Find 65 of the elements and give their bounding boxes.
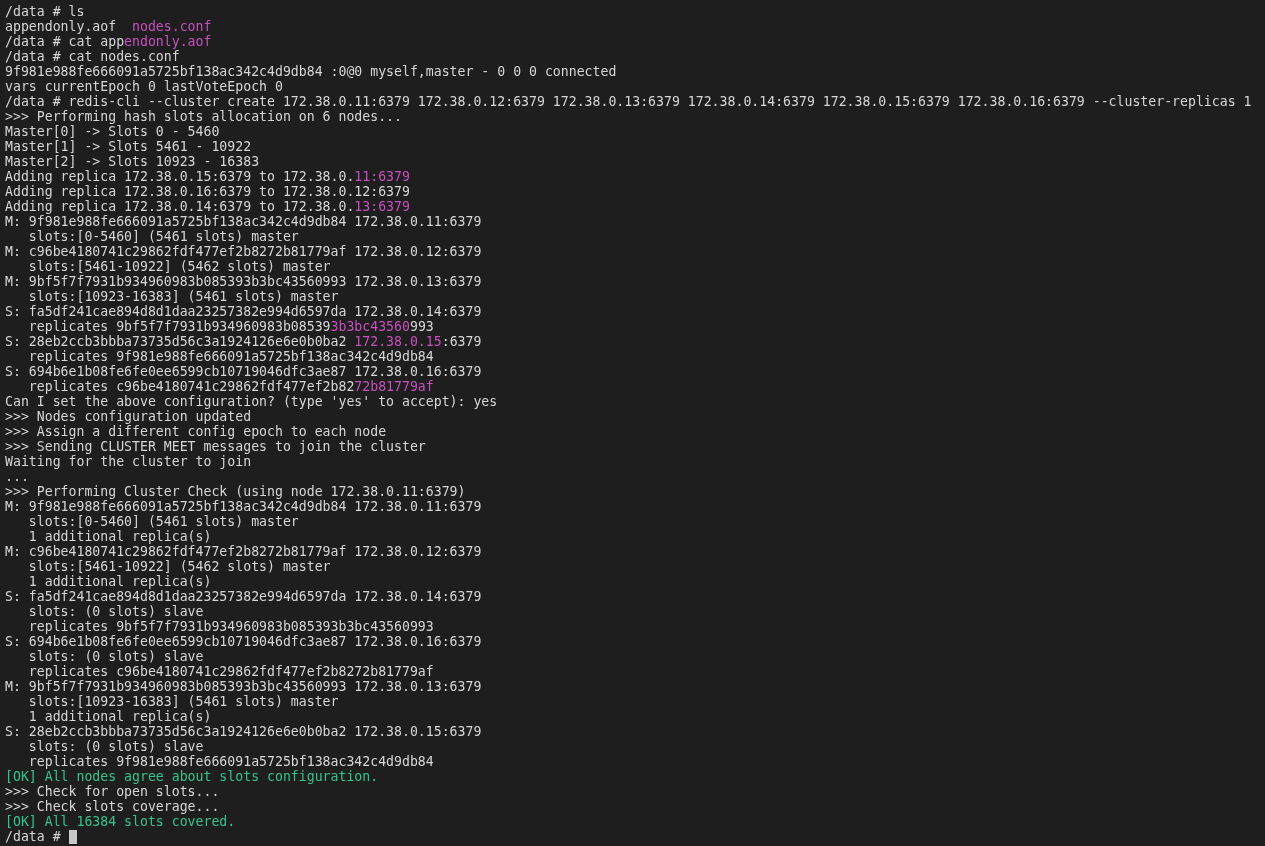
terminal-text: Can I set the above configuration? (type 'yes' to accept): yes	[5, 394, 498, 409]
terminal-text: replicates c96be4180741c29862fdf477ef2b8272b81779af	[27, 664, 434, 679]
terminal-text: >>> Performing Cluster Check (using node 172.38.0.11:6379)	[5, 484, 466, 499]
terminal-text: :6379	[441, 334, 482, 349]
terminal-text: S: fa5df241cae894d8d1daa23257382e994d6597da 172.38.0.14:6379	[5, 304, 482, 319]
terminal-text: >>> Check for open slots...	[5, 784, 220, 799]
terminal-text: 1 additional replica(s)	[27, 709, 212, 724]
terminal-text: Adding replica 172.38.0.15:6379 to 172.38.0.	[5, 169, 355, 184]
terminal-text: M: 9f981e988fe666091a5725bf138ac342c4d9db84 172.38.0.11:6379	[5, 499, 482, 514]
terminal-text: vars currentEpoch 0 lastVoteEpoch 0	[5, 79, 283, 94]
terminal-text: /data # cat app	[5, 34, 125, 49]
terminal-text: 1 additional replica(s)	[27, 574, 212, 589]
terminal-text: S: fa5df241cae894d8d1daa23257382e994d6597da 172.38.0.14:6379	[5, 589, 482, 604]
terminal-text: replicates 9bf5f7f7931b934960983b08539	[27, 319, 331, 334]
terminal-text: M: c96be4180741c29862fdf477ef2b8272b81779af 172.38.0.12:6379	[5, 244, 482, 259]
terminal-text: >>> Performing hash slots allocation on 6 nodes...	[5, 109, 402, 124]
terminal-text: slots: (0 slots) slave	[27, 739, 204, 754]
terminal-text: >>> Assign a different config epoch to each node	[5, 424, 387, 439]
highlighted-text: 72b81779af	[354, 379, 434, 394]
terminal-text: slots:[10923-16383] (5461 slots) master	[27, 289, 339, 304]
terminal-text: M: 9bf5f7f7931b934960983b085393b3bc43560993 172.38.0.13:6379	[5, 274, 482, 289]
ok-message: [OK] All nodes agree about slots configuration.	[5, 769, 379, 784]
terminal-text: 993	[409, 319, 434, 334]
terminal-text: Master[0] -> Slots 0 - 5460	[5, 124, 220, 139]
terminal-text: appendonly.aof	[5, 19, 118, 34]
terminal-text: slots:[5461-10922] (5462 slots) master	[27, 559, 331, 574]
terminal-text: /data # ls	[5, 4, 85, 19]
terminal-text: /data # cat nodes.conf	[5, 49, 180, 64]
terminal-text: Waiting for the cluster to join	[5, 454, 252, 469]
terminal-text: slots: (0 slots) slave	[27, 604, 204, 619]
terminal-text: Adding replica 172.38.0.14:6379 to 172.38.0.	[5, 199, 355, 214]
ok-message: [OK] All 16384 slots covered.	[5, 814, 236, 829]
highlighted-text: nodes.conf	[132, 19, 212, 34]
highlighted-text: 11:6379	[354, 169, 410, 184]
terminal-text: Adding replica 172.38.0.16:6379 to 172.38.0.12:6379	[5, 184, 410, 199]
terminal-text: slots:[5461-10922] (5462 slots) master	[27, 259, 331, 274]
terminal-text: M: 9f981e988fe666091a5725bf138ac342c4d9db84 172.38.0.11:6379	[5, 214, 482, 229]
terminal-text: slots:[0-5460] (5461 slots) master	[27, 229, 299, 244]
terminal-text: >>> Sending CLUSTER MEET messages to join the cluster	[5, 439, 426, 454]
terminal-text: slots:[0-5460] (5461 slots) master	[27, 514, 299, 529]
terminal-text: S: 28eb2ccb3bbba73735d56c3a1924126e6e0b0ba2	[5, 334, 348, 349]
terminal-text: /data #	[5, 829, 61, 844]
terminal-text: M: 9bf5f7f7931b934960983b085393b3bc43560993 172.38.0.13:6379	[5, 679, 482, 694]
terminal-text: 1 additional replica(s)	[27, 529, 212, 544]
terminal-text: /data # redis-cli --cluster create 172.38.0.11:6379 172.38.0.12:6379 172.38.0.13:6379 172.38.0.14:6379 172.38.0.15:6379 172.38.0.16:6379 --cluster-replicas 1	[5, 94, 1252, 109]
terminal-text: >>> Nodes configuration updated	[5, 409, 252, 424]
terminal-text: replicates 9bf5f7f7931b934960983b085393b3bc43560993	[27, 619, 434, 634]
terminal-text: S: 28eb2ccb3bbba73735d56c3a1924126e6e0b0ba2 172.38.0.15:6379	[5, 724, 482, 739]
terminal-text: >>> Check slots coverage...	[5, 799, 220, 814]
highlighted-text: 13:6379	[354, 199, 410, 214]
terminal-text: M: c96be4180741c29862fdf477ef2b8272b81779af 172.38.0.12:6379	[5, 544, 482, 559]
highlighted-text: 172.38.0.15	[354, 334, 442, 349]
terminal-text: Master[2] -> Slots 10923 - 16383	[5, 154, 260, 169]
terminal-text: S: 694b6e1b08fe6fe0ee6599cb10719046dfc3ae87 172.38.0.16:6379	[5, 634, 482, 649]
terminal-text: ...	[5, 469, 29, 484]
terminal-text: replicates 9f981e988fe666091a5725bf138ac342c4d9db84	[27, 349, 434, 364]
terminal-text: slots:[10923-16383] (5461 slots) master	[27, 694, 339, 709]
terminal-text: slots: (0 slots) slave	[27, 649, 204, 664]
terminal-text: S: 694b6e1b08fe6fe0ee6599cb10719046dfc3ae87 172.38.0.16:6379	[5, 364, 482, 379]
terminal-text: replicates c96be4180741c29862fdf477ef2b82	[27, 379, 355, 394]
highlighted-text: 3b3bc43560	[330, 319, 410, 334]
terminal-text: Master[1] -> Slots 5461 - 10922	[5, 139, 252, 154]
terminal-text: 9f981e988fe666091a5725bf138ac342c4d9db84 :0@0 myself,master - 0 0 0 connected	[5, 64, 617, 79]
terminal-text: replicates 9f981e988fe666091a5725bf138ac342c4d9db84	[27, 754, 434, 769]
highlighted-text: endonly.aof	[124, 34, 212, 49]
